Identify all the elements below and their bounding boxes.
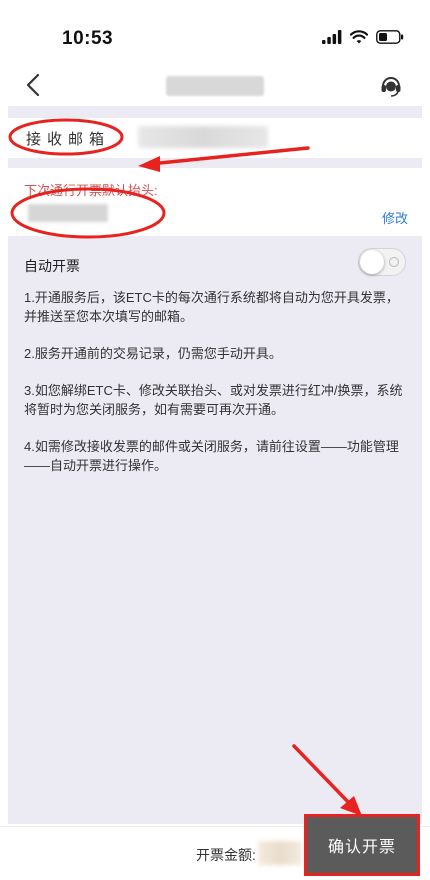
status-time: 10:53: [62, 28, 114, 49]
auto-invoice-panel: 自动开票 1.开通服务后，该ETC卡的每次通行系统都将自动为您开具发票，并推送至…: [8, 236, 422, 824]
headset-icon[interactable]: [378, 72, 404, 98]
page-title-redacted: [166, 76, 264, 96]
invoice-header-row: 下次通行开票默认抬头: 修改: [8, 168, 422, 234]
invoice-amount-label: 开票金额:: [196, 847, 256, 863]
default-header-hint: 下次通行开票默认抬头:: [24, 183, 158, 198]
signal-icon: [322, 30, 342, 44]
section-divider: [8, 106, 422, 118]
auto-invoice-toggle[interactable]: [358, 248, 406, 276]
edit-header-link[interactable]: 修改: [382, 208, 408, 227]
auto-invoice-title: 自动开票: [24, 258, 80, 274]
note-item: 4.如需修改接收发票的邮件或关闭服务，请前往设置——功能管理——自动开票进行操作…: [24, 439, 399, 473]
confirm-invoice-button[interactable]: 确认开票: [304, 814, 420, 876]
note-item: 3.如您解绑ETC卡、修改关联抬头、或对发票进行红冲/换票，系统将暂时为您关闭服…: [24, 383, 403, 417]
section-divider: [8, 158, 422, 168]
nav-bar: [0, 66, 430, 106]
note-item: 2.服务开通前的交易记录，仍需您手动开具。: [24, 346, 282, 361]
email-row[interactable]: 接收邮箱: [8, 118, 422, 158]
email-label: 接收邮箱: [26, 131, 111, 148]
auto-invoice-notes: 1.开通服务后，该ETC卡的每次通行系统都将自动为您开具发票，并推送至您本次填写…: [24, 288, 410, 493]
invoice-amount-redacted: [258, 841, 302, 865]
battery-icon: [376, 30, 404, 44]
invoice-header-redacted: [28, 204, 108, 222]
email-value-redacted: [138, 126, 268, 148]
toggle-knob: [360, 250, 384, 274]
chevron-left-icon[interactable]: [22, 72, 48, 98]
note-item: 1.开通服务后，该ETC卡的每次通行系统都将自动为您开具发票，并推送至您本次填写…: [24, 290, 399, 324]
status-icons: [322, 30, 404, 44]
toggle-off-indicator-icon: [389, 257, 399, 267]
wifi-icon: [350, 30, 368, 44]
status-bar: 10:53: [0, 0, 430, 70]
